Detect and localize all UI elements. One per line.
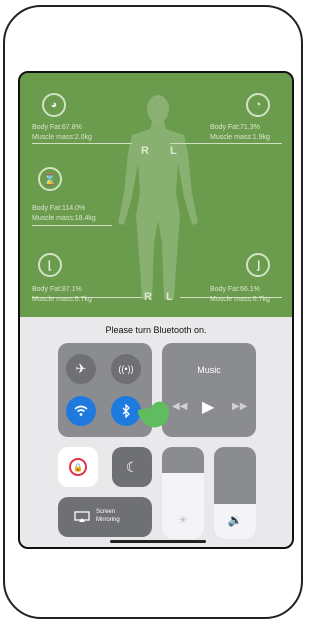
volume-icon: 🔉 — [227, 513, 243, 527]
left-arm-metric: Body Fat:67.8% Muscle mass:2.0kg — [32, 123, 92, 143]
right-leg-metric: Body Fat:66.1% Muscle mass:6.7kg — [210, 285, 270, 305]
bluetooth-icon — [122, 404, 130, 418]
connector-right-arm — [170, 143, 282, 144]
airplane-icon: ✈ — [75, 361, 87, 376]
bluetooth-notice: Please turn Bluetooth on. — [105, 325, 207, 335]
do-not-disturb-button[interactable]: ☾ — [112, 447, 152, 487]
rewind-icon[interactable]: ◀◀ — [172, 401, 187, 412]
trunk-metric: Body Fat:114.0% Muscle mass:18.4kg — [32, 204, 96, 224]
left-leg-metric: Body Fat:87.1% Muscle mass:6.7kg — [32, 285, 92, 305]
left-leg-muscle: Muscle mass:6.7kg — [32, 296, 92, 303]
app-screen: ◕ Body Fat:67.8% Muscle mass:2.0kg ◔ Bod… — [18, 71, 294, 549]
orientation-lock-button[interactable]: 🔒 — [58, 447, 98, 487]
brightness-slider[interactable]: ☀ — [162, 447, 204, 539]
brightness-fill — [162, 472, 204, 539]
screen-mirroring-label: Screen Mirroring — [96, 508, 120, 524]
right-arm-icon: ◔ — [246, 93, 270, 117]
screen-mirroring-line2: Mirroring — [96, 517, 120, 523]
connector-left-arm — [32, 143, 132, 144]
upper-right-label: R — [141, 145, 149, 157]
trunk-fat: Body Fat:114.0% — [32, 205, 86, 212]
brightness-icon: ☀ — [177, 513, 189, 527]
cellular-icon: ((•)) — [118, 364, 134, 374]
cellular-button[interactable]: ((•)) — [111, 354, 141, 384]
left-arm-fat: Body Fat:67.8% — [32, 124, 82, 131]
left-leg-icon: ⌊ — [38, 253, 62, 277]
left-arm-icon: ◕ — [42, 93, 66, 117]
body-silhouette — [118, 95, 198, 299]
home-indicator — [110, 540, 206, 543]
volume-slider[interactable]: 🔉 — [214, 447, 256, 539]
music-tile[interactable]: Music ◀◀ ▶ ▶▶ — [162, 343, 256, 437]
right-arm-muscle: Muscle mass:1.9kg — [210, 134, 270, 141]
screen-mirroring-button[interactable]: Screen Mirroring — [58, 497, 152, 537]
wifi-icon — [74, 405, 88, 416]
music-title: Music — [197, 365, 221, 375]
left-leg-fat: Body Fat:87.1% — [32, 286, 82, 293]
right-arm-metric: Body Fat:71.3% Muscle mass:1.9kg — [210, 123, 270, 143]
tap-gesture-icon — [138, 401, 170, 428]
trunk-icon: ⌛ — [38, 167, 62, 191]
left-arm-muscle: Muscle mass:2.0kg — [32, 134, 92, 141]
orientation-lock-icon: 🔒 — [69, 458, 87, 476]
right-leg-fat: Body Fat:66.1% — [210, 286, 260, 293]
lower-left-label: L — [166, 291, 173, 303]
lower-right-label: R — [144, 291, 152, 303]
forward-icon[interactable]: ▶▶ — [232, 401, 247, 412]
trunk-muscle: Muscle mass:18.4kg — [32, 215, 96, 222]
right-leg-icon: ⌋ — [246, 253, 270, 277]
control-center: Please turn Bluetooth on. ✈ ((•)) Music … — [20, 317, 292, 547]
moon-icon: ☾ — [125, 458, 139, 475]
connector-trunk — [32, 225, 112, 226]
screen-mirroring-line1: Screen — [96, 509, 116, 515]
wifi-button[interactable] — [66, 396, 96, 426]
upper-left-label: L — [170, 145, 177, 157]
body-composition-panel: ◕ Body Fat:67.8% Muscle mass:2.0kg ◔ Bod… — [20, 73, 292, 317]
right-leg-muscle: Muscle mass:6.7kg — [210, 296, 270, 303]
screen-mirroring-icon — [74, 511, 90, 522]
play-icon[interactable]: ▶ — [202, 397, 214, 417]
right-arm-fat: Body Fat:71.3% — [210, 124, 260, 131]
airplane-mode-button[interactable]: ✈ — [66, 354, 96, 384]
